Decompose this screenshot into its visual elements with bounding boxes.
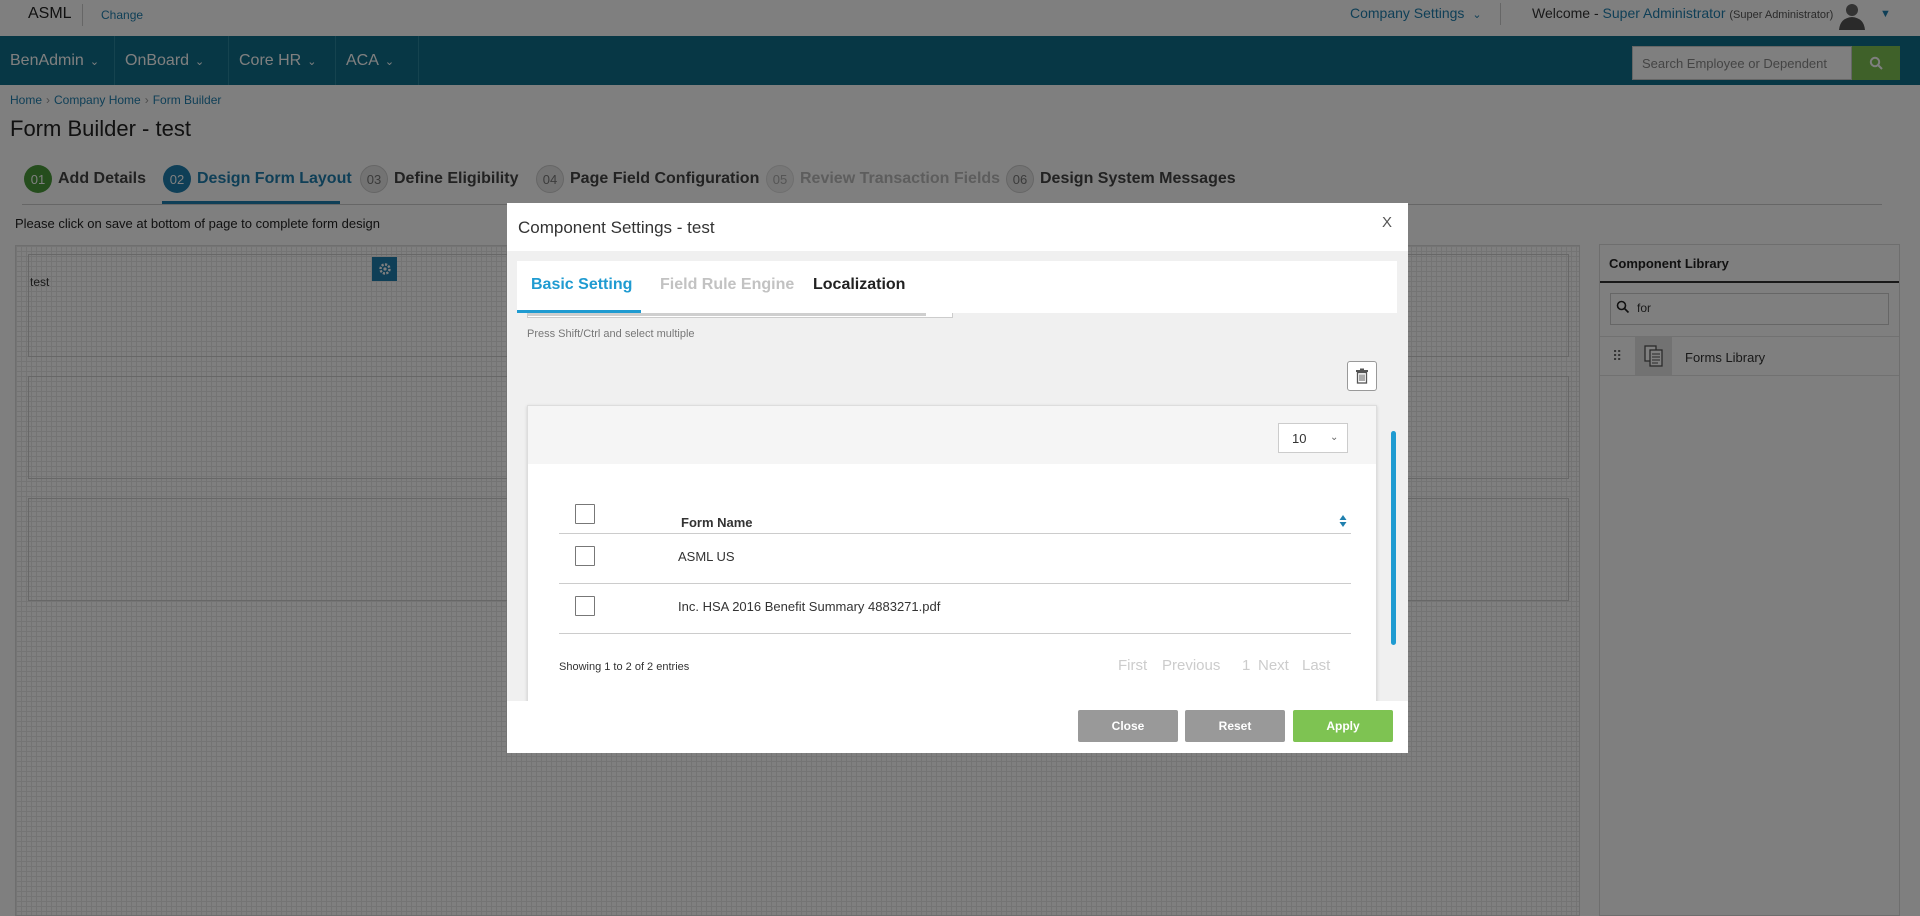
tab-field-rule-engine: Field Rule Engine bbox=[660, 276, 795, 293]
tab-localization[interactable]: Localization bbox=[813, 276, 905, 294]
table-toolbar: 10 ⌄ bbox=[528, 406, 1376, 464]
scrollbar[interactable] bbox=[1391, 431, 1396, 645]
table-cell-form-name: Inc. HSA 2016 Benefit Summary 4883271.pd… bbox=[678, 599, 941, 614]
pager-last: Last bbox=[1302, 657, 1331, 674]
modal-body: Basic Setting Field Rule Engine Localiza… bbox=[507, 251, 1408, 705]
multi-select-hint: Press Shift/Ctrl and select multiple bbox=[527, 328, 695, 340]
divider bbox=[559, 583, 1351, 584]
page-size-select[interactable]: 10 ⌄ bbox=[1278, 423, 1348, 453]
divider bbox=[559, 533, 1351, 534]
row-checkbox[interactable] bbox=[575, 546, 595, 566]
close-icon[interactable]: X bbox=[1382, 214, 1392, 231]
table-cell-form-name: ASML US bbox=[678, 549, 735, 564]
row-checkbox[interactable] bbox=[575, 596, 595, 616]
page-size-value: 10 bbox=[1292, 431, 1307, 446]
sort-icon[interactable] bbox=[1339, 514, 1347, 528]
pager-first: First bbox=[1118, 657, 1148, 674]
component-settings-modal: Component Settings - test X Basic Settin… bbox=[507, 203, 1408, 753]
multi-select-list[interactable] bbox=[527, 313, 953, 318]
select-all-checkbox[interactable] bbox=[575, 504, 595, 524]
pager-next: Next bbox=[1258, 657, 1289, 674]
reset-button[interactable]: Reset bbox=[1185, 710, 1285, 742]
chevron-down-icon: ⌄ bbox=[1330, 432, 1339, 443]
forms-table-card: 10 ⌄ Form Name ASML US Inc. HSA 2016 Bene… bbox=[527, 405, 1377, 705]
pager-previous: Previous bbox=[1162, 657, 1221, 674]
close-button[interactable]: Close bbox=[1078, 710, 1178, 742]
modal-title: Component Settings - test bbox=[518, 218, 715, 237]
table-info-text: Showing 1 to 2 of 2 entries bbox=[559, 661, 690, 673]
apply-button[interactable]: Apply bbox=[1293, 710, 1393, 742]
settings-tabs: Basic Setting Field Rule Engine Localiza… bbox=[517, 261, 1397, 313]
tab-basic-setting[interactable]: Basic Setting bbox=[531, 276, 632, 294]
trash-icon bbox=[1356, 368, 1368, 384]
divider bbox=[559, 633, 1351, 634]
modal-footer: Close Reset Apply bbox=[507, 701, 1408, 753]
delete-button[interactable] bbox=[1347, 361, 1377, 391]
selected-option-highlight bbox=[528, 313, 926, 316]
column-header-form-name[interactable]: Form Name bbox=[681, 515, 753, 530]
pager-page-1: 1 bbox=[1242, 657, 1251, 674]
